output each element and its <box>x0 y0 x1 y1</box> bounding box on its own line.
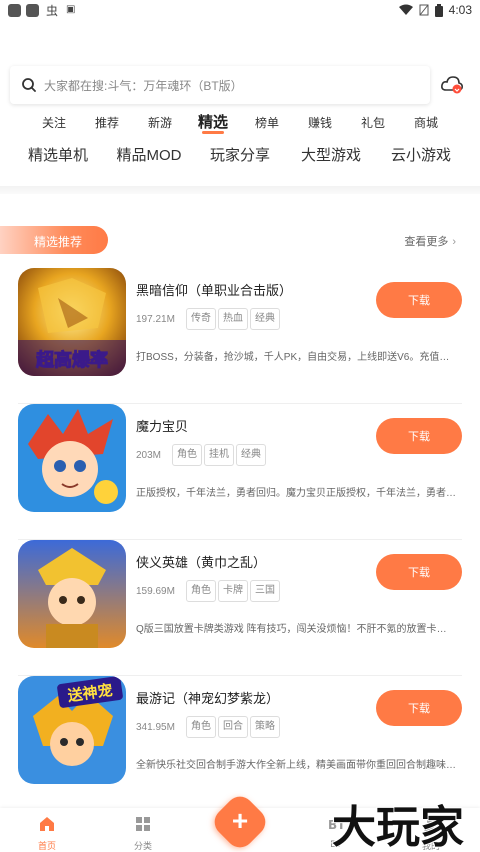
grid-icon <box>136 817 150 831</box>
game-tag: 卡牌 <box>218 580 248 602</box>
tab-rankings[interactable]: 榜单 <box>255 114 279 131</box>
nav-categories[interactable]: 分类 <box>113 816 173 852</box>
game-tag: 挂机 <box>204 444 234 466</box>
game-size: 197.21M <box>136 314 175 325</box>
game-icon[interactable] <box>18 540 126 648</box>
game-size: 159.69M <box>136 586 175 597</box>
download-button[interactable]: 下载 <box>376 282 462 318</box>
game-size: 341.95M <box>136 722 175 733</box>
nav-label: 首页 <box>37 841 56 851</box>
battery-icon <box>434 3 443 17</box>
no-signal-icon <box>419 4 429 16</box>
sub-category-item[interactable]: 云小游戏 <box>391 144 451 165</box>
game-name: 最游记（神宠幻梦紫龙） <box>136 691 280 706</box>
sub-category-item[interactable]: 精品MOD <box>117 144 182 165</box>
game-description: 正版授权，千年法兰，勇者回归。魔力宝贝正版授权，千年法兰，勇者回... <box>136 488 456 499</box>
game-tag: 传奇 <box>186 308 216 330</box>
wifi-icon <box>398 4 413 15</box>
search-icon <box>22 78 36 92</box>
status-bar: 虫 ▣ 4:03 <box>0 0 480 22</box>
tab-recommend[interactable]: 推荐 <box>95 114 119 131</box>
game-tag: 热血 <box>218 308 248 330</box>
app-notification-icon: ▣ <box>66 4 76 15</box>
tab-earn[interactable]: 赚钱 <box>308 114 332 131</box>
game-tag: 策略 <box>250 716 280 738</box>
tab-follow[interactable]: 关注 <box>42 114 66 131</box>
game-size: 203M <box>136 450 162 461</box>
game-description: 打BOSS，分装备，抢沙城，千人PK，自由交易，上线即送V6。充值比例... <box>136 352 456 363</box>
notification-icon <box>26 4 39 17</box>
game-list-item[interactable]: 超高爆率 黑暗信仰（单职业合击版） 197.21M 传奇 热血 经典 打BOSS… <box>0 268 480 404</box>
see-more-link[interactable]: 查看更多 › <box>404 233 456 249</box>
notification-icon <box>8 4 21 17</box>
game-name: 魔力宝贝 <box>136 419 189 434</box>
search-placeholder: 大家都在搜:斗气：万年魂环（BT版） <box>44 78 243 93</box>
game-list-item[interactable]: 魔力宝贝 203M 角色 挂机 经典 正版授权，千年法兰，勇者回归。魔力宝贝正版… <box>0 404 480 540</box>
download-manager-icon[interactable] <box>440 74 464 96</box>
nav-label: 分类 <box>133 841 152 851</box>
game-icon[interactable]: 送神宠 <box>18 676 126 784</box>
sub-category-bar: 精选单机 精品MOD 玩家分享 大型游戏 云小游戏 <box>0 144 480 168</box>
game-tag: 经典 <box>250 308 280 330</box>
game-tag: 角色 <box>186 716 216 738</box>
game-icon[interactable]: 超高爆率 <box>18 268 126 376</box>
sub-category-item[interactable]: 精选单机 <box>28 144 88 165</box>
game-tag: 角色 <box>186 580 216 602</box>
download-button[interactable]: 下载 <box>376 690 462 726</box>
plus-icon: + <box>231 805 249 836</box>
game-list-item[interactable]: 送神宠 最游记（神宠幻梦紫龙） 341.95M 角色 回合 策略 全新快乐社交回… <box>0 676 480 812</box>
game-name: 黑暗信仰（单职业合击版） <box>136 283 293 298</box>
status-time: 4:03 <box>448 3 472 17</box>
game-description: 全新快乐社交回合制手游大作全新上线，精美画面带你重回回合制趣味之... <box>136 760 456 771</box>
home-icon <box>40 817 54 831</box>
watermark-text: 大玩家 <box>332 802 464 850</box>
game-description: Q版三国放置卡牌类游戏 阵有技巧，闯关没烦恼！不肝不氪的放置卡牌三国... <box>136 624 456 635</box>
tab-featured[interactable]: 精选 <box>198 111 228 134</box>
game-list-item[interactable]: 侠义英雄（黄巾之乱） 159.69M 角色 卡牌 三国 Q版三国放置卡牌类游戏 … <box>0 540 480 676</box>
status-right: 4:03 <box>398 3 472 17</box>
section-divider <box>0 186 480 194</box>
sub-category-item[interactable]: 大型游戏 <box>301 144 361 165</box>
game-tag: 角色 <box>172 444 202 466</box>
nav-home[interactable]: 首页 <box>17 816 77 852</box>
game-name: 侠义英雄（黄巾之乱） <box>136 555 267 570</box>
game-tag: 回合 <box>218 716 248 738</box>
game-icon-text: 超高爆率 <box>36 349 108 371</box>
game-icon[interactable] <box>18 404 126 512</box>
sub-category-item[interactable]: 玩家分享 <box>210 144 270 165</box>
download-button[interactable]: 下载 <box>376 554 462 590</box>
section-title-badge: 精选推荐 <box>0 226 108 254</box>
see-more-label: 查看更多 <box>404 236 449 248</box>
game-tag: 经典 <box>236 444 266 466</box>
search-input[interactable]: 大家都在搜:斗气：万年魂环（BT版） <box>10 66 430 104</box>
section-title: 精选推荐 <box>34 235 83 249</box>
tab-gifts[interactable]: 礼包 <box>361 114 385 131</box>
top-tab-bar: 关注 推荐 新游 精选 榜单 赚钱 礼包 商城 <box>0 114 480 138</box>
tab-new-games[interactable]: 新游 <box>148 114 172 131</box>
tab-store[interactable]: 商城 <box>414 114 438 131</box>
watermark-logo: 大玩家 <box>331 801 465 850</box>
game-tag: 三国 <box>250 580 280 602</box>
bug-icon: 虫 <box>46 4 59 18</box>
chevron-right-icon: › <box>452 236 456 248</box>
download-button[interactable]: 下载 <box>376 418 462 454</box>
